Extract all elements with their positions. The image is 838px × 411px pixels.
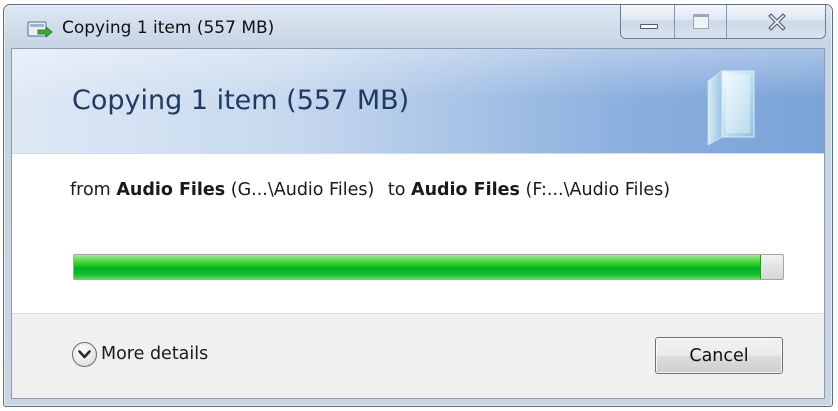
from-label: from	[70, 180, 111, 200]
to-label: to	[387, 180, 406, 200]
cancel-button[interactable]: Cancel	[655, 337, 783, 374]
chevron-down-circle-icon[interactable]	[72, 341, 97, 367]
copy-progress-bar	[73, 254, 784, 280]
more-details-label[interactable]: More details	[101, 344, 208, 364]
maximize-icon	[693, 14, 709, 29]
dialog-content: Copying 1 item (557 MB) from Audio Files…	[11, 48, 825, 399]
destination-folder-path: (F:...\Audio Files)	[525, 180, 671, 200]
close-icon	[768, 13, 786, 31]
copy-files-icon	[27, 21, 53, 38]
progress-bar-fill	[74, 255, 761, 279]
minimize-icon	[640, 24, 658, 29]
window-title: Copying 1 item (557 MB)	[62, 18, 275, 38]
copy-source-destination: from Audio Files (G...\Audio Files) to A…	[70, 180, 670, 200]
copy-document-icon	[707, 70, 755, 146]
caption-buttons	[620, 5, 826, 39]
destination-folder-name[interactable]: Audio Files	[411, 180, 520, 200]
close-button[interactable]	[727, 5, 825, 38]
source-folder-name[interactable]: Audio Files	[116, 180, 225, 200]
more-details-toggle[interactable]: More details	[72, 339, 208, 369]
dialog-heading: Copying 1 item (557 MB)	[72, 85, 410, 116]
copy-dialog-window: Copying 1 item (557 MB) Copying 1 item (…	[3, 4, 833, 407]
header-band: Copying 1 item (557 MB)	[12, 49, 824, 154]
dialog-footer: More details Cancel	[12, 313, 824, 398]
source-folder-path: (G...\Audio Files)	[230, 180, 375, 200]
maximize-button[interactable]	[675, 5, 727, 38]
minimize-button[interactable]	[621, 5, 675, 38]
